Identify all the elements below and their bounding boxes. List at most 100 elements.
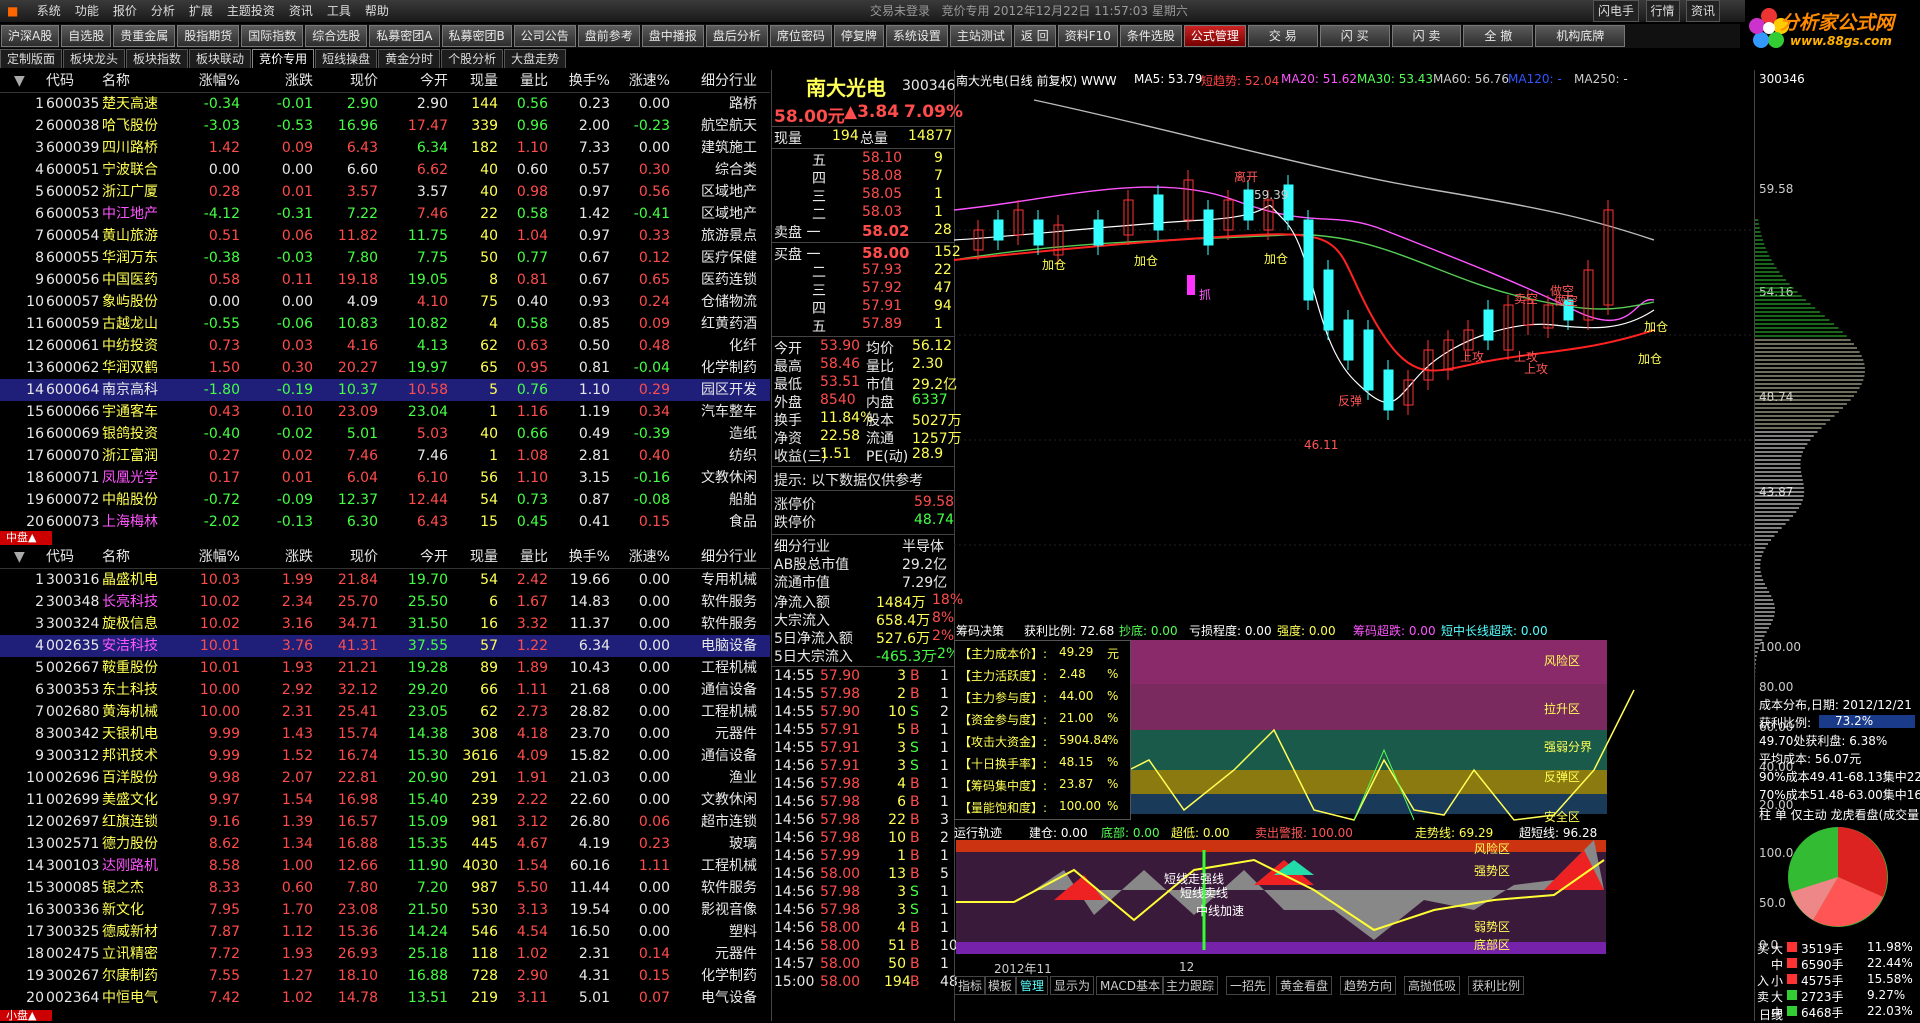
table-row[interactable]: 18 002475 立讯精密 7.72 1.93 26.93 25.18 118 1.02 2.3… xyxy=(0,943,770,965)
table-row[interactable]: 14 600064 南京高科 -1.80 -0.19 10.37 10.58 5 0.76 1.1… xyxy=(0,379,770,401)
sort-arrow-icon[interactable]: ▼ xyxy=(14,70,25,92)
menu-item[interactable]: 资讯 xyxy=(282,0,320,22)
section-mid-label[interactable]: 中盘▲ xyxy=(0,531,52,545)
tab-5[interactable]: 短线操盘 xyxy=(315,49,378,68)
kline-chart[interactable]: 南大光电(日线 前复权) WWW MA5: 53.79 短趋势: 52.04 MA20… xyxy=(954,70,1801,1021)
bottom-tab[interactable]: 高抛低吸 xyxy=(1404,976,1461,995)
toolbar-button[interactable]: 返 回 xyxy=(1013,25,1056,47)
table-row[interactable]: 17 300325 德威新材 7.87 1.12 15.36 14.24 546 4.54 16.… xyxy=(0,921,770,943)
toolbar-button[interactable]: 公式管理 xyxy=(1183,25,1246,47)
table-row[interactable]: 9 300312 邦讯技术 9.99 1.52 16.74 15.30 3616 4.09 15.… xyxy=(0,745,770,767)
table-row[interactable]: 18 600071 凤凰光学 0.17 0.01 6.04 6.10 56 1.10 3.15 -0… xyxy=(0,467,770,489)
table-row[interactable]: 12 600061 中纺投资 0.73 0.03 4.16 4.13 62 0.63 0.50 0.… xyxy=(0,335,770,357)
table-row[interactable]: 7 002680 黄海机械 10.00 2.31 25.41 23.05 62 2.73 28.8… xyxy=(0,701,770,723)
toolbar-button[interactable]: 闪 买 xyxy=(1319,25,1390,47)
table-row[interactable]: 13 002571 德力股份 8.62 1.34 16.88 15.35 445 4.67 4.1… xyxy=(0,833,770,855)
tab-2[interactable]: 板块指数 xyxy=(126,49,189,68)
toolbar-button[interactable]: 交 易 xyxy=(1247,25,1318,47)
table-row[interactable]: 10 600057 象屿股份 0.00 0.00 4.09 4.10 75 0.40 0.93 0.… xyxy=(0,291,770,313)
section-small-label[interactable]: 小盘▲ xyxy=(0,1010,52,1021)
table-row[interactable]: 15 300085 银之杰 8.33 0.60 7.80 7.20 987 5.50 11.44 0… xyxy=(0,877,770,899)
table-row[interactable]: 12 002697 红旗连锁 9.16 1.39 16.57 15.09 981 3.12 26.… xyxy=(0,811,770,833)
table-row[interactable]: 17 600070 浙江富润 0.27 0.02 7.46 7.46 1 1.08 2.81 0.4… xyxy=(0,445,770,467)
toolbar-button[interactable]: 贵重金属 xyxy=(113,25,176,47)
table-row[interactable]: 19 600072 中船股份 -0.72 -0.09 12.37 12.44 54 0.73 0.… xyxy=(0,489,770,511)
table-row[interactable]: 4 002635 安洁科技 10.01 3.76 41.31 37.55 57 1.22 6.34… xyxy=(0,635,770,657)
bottom-tab[interactable]: 获利比例 xyxy=(1468,976,1525,995)
column-header[interactable]: 量比 xyxy=(498,546,548,568)
tab-0[interactable]: 定制版面 xyxy=(0,49,63,68)
toolbar-button[interactable]: 机构底牌 xyxy=(1535,25,1626,47)
toolbar-button[interactable]: 全 撤 xyxy=(1463,25,1534,47)
column-header[interactable]: 涨速% xyxy=(615,546,670,568)
bottom-tab[interactable]: 指标 xyxy=(954,976,987,995)
bottom-tab[interactable]: MACD基本 xyxy=(1096,976,1164,995)
tab-4[interactable]: 竞价专用 xyxy=(252,49,315,68)
table-row[interactable]: 2 300348 长亮科技 10.02 2.34 25.70 25.50 6 1.67 14.83… xyxy=(0,591,770,613)
bottom-tab[interactable]: 主力跟踪 xyxy=(1162,976,1219,995)
column-header[interactable]: 量比 xyxy=(498,70,548,92)
column-header[interactable]: 涨跌 xyxy=(245,70,313,92)
table-row[interactable]: 16 600069 银鸽投资 -0.40 -0.02 5.01 5.03 40 0.66 0.49… xyxy=(0,423,770,445)
flash-hand-button[interactable]: 闪电手 xyxy=(1593,0,1640,22)
column-header[interactable]: 名称 xyxy=(102,546,162,568)
table-row[interactable]: 7 600054 黄山旅游 0.51 0.06 11.82 11.75 40 1.04 0.97 0… xyxy=(0,225,770,247)
table-row[interactable]: 11 600059 古越龙山 -0.55 -0.06 10.83 10.82 4 0.58 0.8… xyxy=(0,313,770,335)
table-row[interactable]: 6 600053 中江地产 -4.12 -0.31 7.22 7.46 22 0.58 1.42-… xyxy=(0,203,770,225)
toolbar-button[interactable]: 综合选股 xyxy=(305,25,368,47)
bottom-tab[interactable]: 管理 xyxy=(1016,976,1049,995)
column-header[interactable]: 名称 xyxy=(102,70,162,92)
table-row[interactable]: 15 600066 宇通客车 0.43 0.10 23.09 23.04 1 1.16 1.19 0… xyxy=(0,401,770,423)
toolbar-button[interactable]: 盘后分析 xyxy=(705,25,768,47)
tab-1[interactable]: 板块龙头 xyxy=(63,49,126,68)
column-header[interactable]: 换手% xyxy=(555,546,610,568)
table-row[interactable]: 2 600038 哈飞股份 -3.03 -0.53 16.96 17.47 339 0.96 2.… xyxy=(0,115,770,137)
table-row[interactable]: 10 002696 百洋股份 9.98 2.07 22.81 20.90 291 1.91 21.… xyxy=(0,767,770,789)
column-header[interactable]: 今开 xyxy=(388,546,448,568)
toolbar-button[interactable]: 主站测试 xyxy=(949,25,1012,47)
bottom-tab[interactable]: 显示为 xyxy=(1050,976,1095,995)
menu-item[interactable]: 分析 xyxy=(144,0,182,22)
toolbar-button[interactable]: 私募密团B xyxy=(441,25,512,47)
column-header[interactable]: 现价 xyxy=(318,70,378,92)
table-row[interactable]: 16 300336 新文化 7.95 1.70 23.08 21.50 530 3.13 19.5… xyxy=(0,899,770,921)
menu-item[interactable]: 功能 xyxy=(68,0,106,22)
toolbar-button[interactable]: 盘前参考 xyxy=(577,25,640,47)
sort-arrow-icon[interactable]: ▼ xyxy=(14,546,25,568)
toolbar-button[interactable]: 条件选股 xyxy=(1119,25,1182,47)
column-header[interactable]: 涨幅% xyxy=(170,546,240,568)
toolbar-button[interactable]: 股指期货 xyxy=(177,25,240,47)
table-row[interactable]: 14 300103 达刚路机 8.58 1.00 12.66 11.90 4030 1.54 60… xyxy=(0,855,770,877)
column-header[interactable]: 现量 xyxy=(448,546,498,568)
toolbar-button[interactable]: 国际指数 xyxy=(241,25,304,47)
column-header[interactable]: 涨跌 xyxy=(245,546,313,568)
news-button[interactable]: 资讯 xyxy=(1685,0,1720,22)
toolbar-button[interactable]: 自选股 xyxy=(61,25,112,47)
menu-item[interactable]: 主题投资 xyxy=(220,0,282,22)
toolbar-button[interactable]: 盘中播报 xyxy=(641,25,704,47)
menu-item[interactable]: 扩展 xyxy=(182,0,220,22)
table-row[interactable]: 19 300267 尔康制药 7.55 1.27 18.10 16.88 728 2.90 4.3… xyxy=(0,965,770,987)
table-row[interactable]: 4 600051 宁波联合 0.00 0.00 6.60 6.62 40 0.60 0.57 0.3… xyxy=(0,159,770,181)
tab-6[interactable]: 黄金分时 xyxy=(378,49,441,68)
toolbar-button[interactable]: 沪深A股 xyxy=(1,25,60,47)
table-row[interactable]: 1 300316 晶盛机电 10.03 1.99 21.84 19.70 54 2.42 19.6… xyxy=(0,569,770,591)
column-header[interactable]: 涨幅% xyxy=(170,70,240,92)
menu-item[interactable]: 报价 xyxy=(106,0,144,22)
table-row[interactable]: 6 300353 东土科技 10.00 2.92 32.12 29.20 66 1.11 21.6… xyxy=(0,679,770,701)
table-row[interactable]: 8 600055 华润万东 -0.38 -0.03 7.80 7.75 50 0.77 0.67 0… xyxy=(0,247,770,269)
column-header[interactable]: 细分行业 xyxy=(675,546,757,568)
column-header[interactable]: 今开 xyxy=(388,70,448,92)
table-row[interactable]: 5 600052 浙江广厦 0.28 0.01 3.57 3.57 40 0.98 0.97 0.5… xyxy=(0,181,770,203)
table-row[interactable]: 8 300342 天银机电 9.99 1.43 15.74 14.38 308 4.18 23.7… xyxy=(0,723,770,745)
table-row[interactable]: 13 600062 华润双鹤 1.50 0.30 20.27 19.97 65 0.95 0.81… xyxy=(0,357,770,379)
table-row[interactable]: 3 300324 旋极信息 10.02 3.16 34.71 31.50 16 3.32 11.3… xyxy=(0,613,770,635)
tab-8[interactable]: 大盘走势 xyxy=(504,49,567,68)
table-row[interactable]: 5 002667 鞍重股份 10.01 1.93 21.21 19.28 89 1.89 10.4… xyxy=(0,657,770,679)
toolbar-button[interactable]: 闪 卖 xyxy=(1391,25,1462,47)
bottom-tab[interactable]: 趋势方向 xyxy=(1340,976,1397,995)
table-row[interactable]: 3 600039 四川路桥 1.42 0.09 6.43 6.34 182 1.10 7.33 0.… xyxy=(0,137,770,159)
table-row[interactable]: 20 600073 上海梅林 -2.02 -0.13 6.30 6.43 15 0.45 0.41… xyxy=(0,511,770,533)
tab-3[interactable]: 板块联动 xyxy=(189,49,252,68)
column-header[interactable]: 涨速% xyxy=(615,70,670,92)
